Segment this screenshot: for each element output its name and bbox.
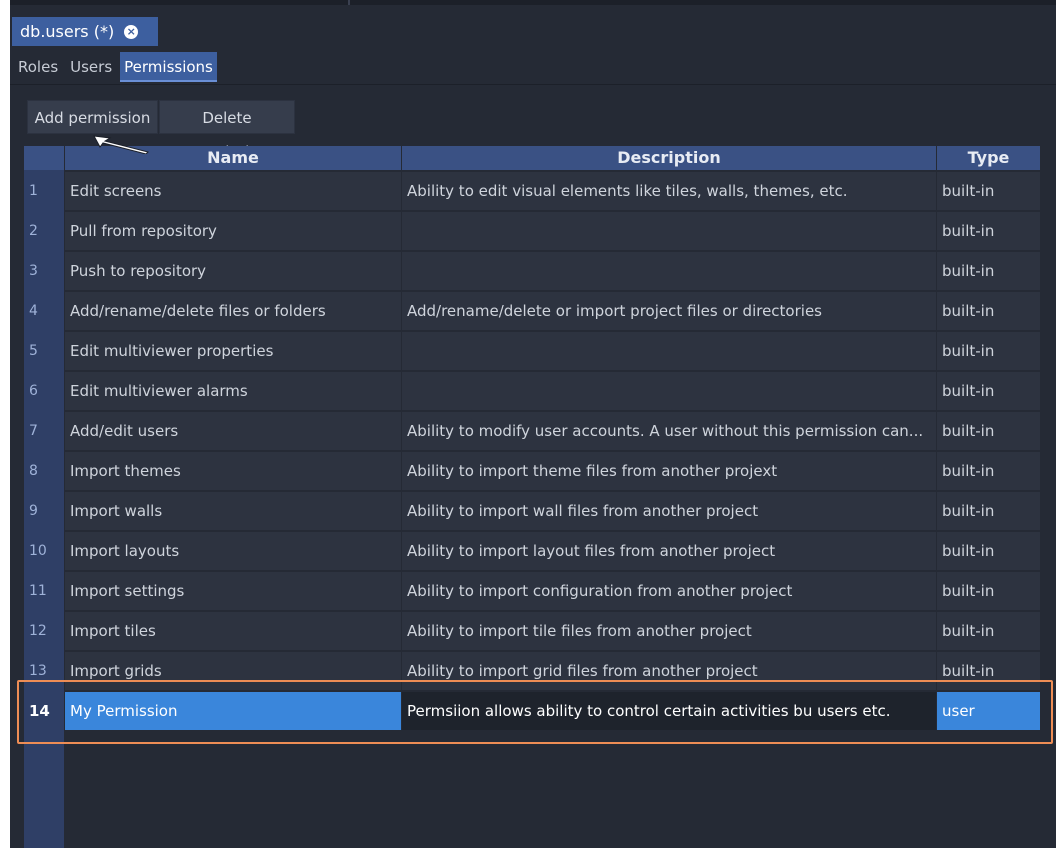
cell-name[interactable]: Import walls [65, 492, 401, 530]
tab-divider [10, 84, 1056, 85]
row-number[interactable]: 11 [24, 572, 64, 610]
cell-type[interactable]: built-in [937, 572, 1040, 610]
cell-name[interactable]: Import tiles [65, 612, 401, 650]
cell-type[interactable]: built-in [937, 332, 1040, 370]
table-row[interactable]: 2 Pull from repository built-in [24, 212, 1056, 252]
cell-name[interactable]: Import layouts [65, 532, 401, 570]
subtab-bar: Roles Users Permissions [10, 52, 217, 82]
table-row[interactable]: 11 Import settings Ability to import confi… [24, 572, 1056, 612]
table-row[interactable]: 1 Edit screens Ability to edit visual elem… [24, 172, 1056, 212]
cell-description[interactable]: Ability to import configuration from ano… [402, 572, 936, 610]
cell-description[interactable] [402, 332, 936, 370]
cell-name[interactable]: Push to repository [65, 252, 401, 290]
cell-name[interactable]: Pull from repository [65, 212, 401, 250]
cell-name[interactable]: Edit multiviewer alarms [65, 372, 401, 410]
cell-name[interactable]: Import settings [65, 572, 401, 610]
cell-name[interactable]: Import themes [65, 452, 401, 490]
row-number[interactable]: 7 [24, 412, 64, 450]
cell-description[interactable]: Ability to import layout files from anot… [402, 532, 936, 570]
table-row[interactable]: 5 Edit multiviewer properties built-in [24, 332, 1056, 372]
editor-panel: db.users (*) × Roles Users Permissions A… [10, 0, 1056, 848]
top-border [10, 0, 1056, 5]
cell-description[interactable]: Add/rename/delete or import project file… [402, 292, 936, 330]
cell-type[interactable]: built-in [937, 492, 1040, 530]
cell-type[interactable]: built-in [937, 412, 1040, 450]
cell-description[interactable] [402, 372, 936, 410]
cell-description[interactable]: Ability to import theme files from anoth… [402, 452, 936, 490]
cell-name[interactable]: Add/edit users [65, 412, 401, 450]
table-row[interactable]: 6 Edit multiviewer alarms built-in [24, 372, 1056, 412]
selection-highlight-outline [17, 680, 1053, 744]
row-number[interactable]: 5 [24, 332, 64, 370]
document-tab-db-users[interactable]: db.users (*) × [12, 17, 158, 46]
cell-type[interactable]: built-in [937, 292, 1040, 330]
row-number[interactable]: 3 [24, 252, 64, 290]
tab-roles[interactable]: Roles [14, 52, 62, 82]
cell-type[interactable]: built-in [937, 372, 1040, 410]
delete-permission-button[interactable]: Delete permission [159, 100, 295, 161]
row-number[interactable]: 10 [24, 532, 64, 570]
cell-type[interactable]: built-in [937, 212, 1040, 250]
row-number[interactable]: 8 [24, 452, 64, 490]
header-corner [24, 146, 64, 170]
row-number[interactable]: 1 [24, 172, 64, 210]
cell-type[interactable]: built-in [937, 172, 1040, 210]
mouse-pointer-icon [93, 135, 149, 154]
row-number[interactable]: 9 [24, 492, 64, 530]
cell-name[interactable]: Edit multiviewer properties [65, 332, 401, 370]
cell-type[interactable]: built-in [937, 532, 1040, 570]
document-tab-label: db.users (*) [20, 22, 115, 41]
row-number[interactable]: 4 [24, 292, 64, 330]
table-row[interactable]: 7 Add/edit users Ability to modify user ac… [24, 412, 1056, 452]
row-number[interactable]: 2 [24, 212, 64, 250]
row-number[interactable]: 6 [24, 372, 64, 410]
table-row[interactable]: 3 Push to repository built-in [24, 252, 1056, 292]
cell-type[interactable]: built-in [937, 452, 1040, 490]
cell-description[interactable]: Ability to import tile files from anothe… [402, 612, 936, 650]
tab-permissions[interactable]: Permissions [120, 52, 217, 82]
header-type[interactable]: Type [937, 146, 1040, 170]
add-permission-button[interactable]: Add permission [27, 100, 158, 134]
cell-type[interactable]: built-in [937, 612, 1040, 650]
cell-description[interactable]: Ability to modify user accounts. A user … [402, 412, 936, 450]
table-row[interactable]: 12 Import tiles Ability to import tile fil… [24, 612, 1056, 652]
close-icon[interactable]: × [124, 24, 139, 39]
cell-description[interactable]: Ability to edit visual elements like til… [402, 172, 936, 210]
cell-name[interactable]: Add/rename/delete files or folders [65, 292, 401, 330]
cell-description[interactable]: Ability to import wall files from anothe… [402, 492, 936, 530]
cell-type[interactable]: built-in [937, 252, 1040, 290]
table-row[interactable]: 10 Import layouts Ability to import layout… [24, 532, 1056, 572]
cell-description[interactable] [402, 212, 936, 250]
cell-description[interactable] [402, 252, 936, 290]
table-row[interactable]: 8 Import themes Ability to import theme fi… [24, 452, 1056, 492]
row-number[interactable]: 12 [24, 612, 64, 650]
table-row[interactable]: 4 Add/rename/delete files or folders Add/r… [24, 292, 1056, 332]
table-row[interactable]: 9 Import walls Ability to import wall file… [24, 492, 1056, 532]
cell-name[interactable]: Edit screens [65, 172, 401, 210]
header-description[interactable]: Description [402, 146, 936, 170]
tab-users[interactable]: Users [66, 52, 116, 82]
